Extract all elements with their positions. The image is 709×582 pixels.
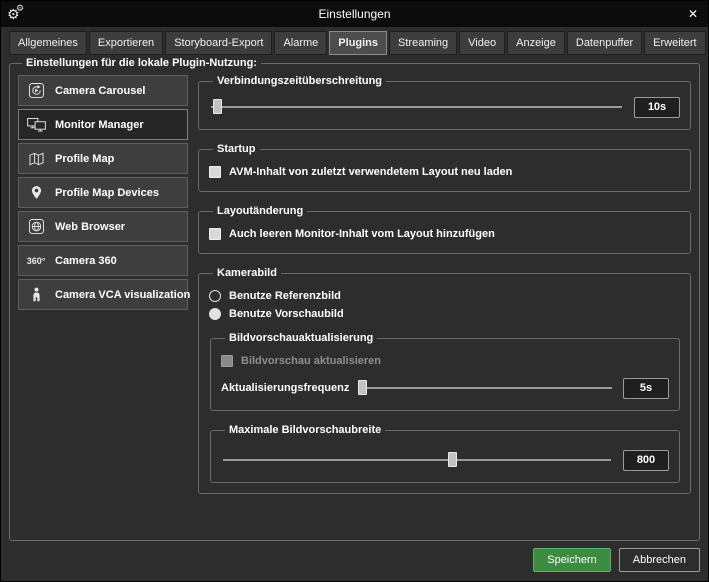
add-empty-monitor-content-checkbox[interactable] <box>209 228 221 240</box>
sidebar-item-label: Camera VCA visualization <box>55 289 190 301</box>
use-preview-image-radio[interactable] <box>209 308 221 320</box>
plugin-settings-content: Camera Carousel Monitor Manager Profile … <box>18 75 691 532</box>
tab-streaming[interactable]: Streaming <box>389 31 457 55</box>
layout-change-group: Layoutänderung Auch leeren Monitor-Inhal… <box>198 205 691 254</box>
slider-thumb[interactable] <box>213 99 222 114</box>
sidebar-item-monitor-manager[interactable]: Monitor Manager <box>18 109 188 140</box>
tab-anzeige[interactable]: Anzeige <box>507 31 565 55</box>
settings-dialog: ⚙⚙ Einstellungen ✕ Allgemeines Exportier… <box>0 0 709 582</box>
tab-alarme[interactable]: Alarme <box>274 31 327 55</box>
tab-exportieren[interactable]: Exportieren <box>89 31 163 55</box>
monitor-manager-icon <box>24 118 48 132</box>
refresh-frequency-slider[interactable] <box>358 377 614 399</box>
refresh-preview-label: Bildvorschau aktualisieren <box>241 355 381 367</box>
connection-timeout-legend: Verbindungszeitüberschreitung <box>213 75 386 87</box>
slider-track[interactable] <box>223 459 611 461</box>
tab-erweitert[interactable]: Erweitert <box>644 31 705 55</box>
max-preview-width-slider[interactable] <box>221 449 613 471</box>
cancel-button[interactable]: Abbrechen <box>619 548 700 572</box>
preview-refresh-group: Bildvorschauaktualisierung Bildvorschau … <box>210 332 680 411</box>
sidebar-item-profile-map[interactable]: Profile Map <box>18 143 188 174</box>
reload-avm-content-checkbox[interactable] <box>209 166 221 178</box>
tab-allgemeines[interactable]: Allgemeines <box>9 31 87 55</box>
camera-image-group: Kamerabild Benutze Referenzbild Benutze … <box>198 267 691 494</box>
startup-legend: Startup <box>213 143 260 155</box>
titlebar: ⚙⚙ Einstellungen ✕ <box>1 1 708 27</box>
person-icon <box>24 287 48 302</box>
connection-timeout-slider[interactable] <box>209 96 624 118</box>
reload-avm-content-label: AVM-Inhalt von zuletzt verwendetem Layou… <box>229 166 512 178</box>
use-preview-image-label: Benutze Vorschaubild <box>229 308 344 320</box>
add-empty-monitor-content-label: Auch leeren Monitor-Inhalt vom Layout hi… <box>229 228 495 240</box>
plugin-settings-group: Einstellungen für die lokale Plugin-Nutz… <box>9 57 700 541</box>
window-title: Einstellungen <box>1 7 708 21</box>
connection-timeout-group: Verbindungszeitüberschreitung 10s <box>198 75 691 130</box>
group-label: Einstellungen für die lokale Plugin-Nutz… <box>22 57 261 69</box>
slider-thumb[interactable] <box>448 452 457 467</box>
save-button[interactable]: Speichern <box>533 548 611 572</box>
tab-datenpuffer[interactable]: Datenpuffer <box>567 31 642 55</box>
sidebar-item-label: Monitor Manager <box>55 119 144 131</box>
tabbar: Allgemeines Exportieren Storyboard-Expor… <box>9 31 700 55</box>
startup-group: Startup AVM-Inhalt von zuletzt verwendet… <box>198 143 691 192</box>
camera-image-legend: Kamerabild <box>213 267 281 279</box>
slider-track[interactable] <box>211 106 622 108</box>
tab-video[interactable]: Video <box>459 31 505 55</box>
globe-icon <box>24 219 48 234</box>
sidebar-item-label: Web Browser <box>55 221 125 233</box>
slider-thumb[interactable] <box>358 380 367 395</box>
dialog-footer: Speichern Abbrechen <box>533 548 700 572</box>
sidebar-item-camera-360[interactable]: 360° Camera 360 <box>18 245 188 276</box>
tab-storyboard-export[interactable]: Storyboard-Export <box>165 31 272 55</box>
map-pin-icon <box>24 185 48 200</box>
carousel-icon <box>24 83 48 98</box>
refresh-preview-checkbox <box>221 355 233 367</box>
use-reference-image-label: Benutze Referenzbild <box>229 290 341 302</box>
sidebar-item-camera-carousel[interactable]: Camera Carousel <box>18 75 188 106</box>
sidebar-item-profile-map-devices[interactable]: Profile Map Devices <box>18 177 188 208</box>
close-button[interactable]: ✕ <box>688 7 698 21</box>
sidebar-item-camera-vca-visualization[interactable]: Camera VCA visualization <box>18 279 188 310</box>
connection-timeout-value[interactable]: 10s <box>634 97 680 118</box>
sidebar-item-label: Camera 360 <box>55 255 117 267</box>
plugin-list: Camera Carousel Monitor Manager Profile … <box>18 75 188 532</box>
refresh-frequency-value[interactable]: 5s <box>623 378 669 399</box>
slider-track[interactable] <box>360 387 612 389</box>
plugin-settings-panel: Verbindungszeitüberschreitung 10s Startu… <box>198 75 691 532</box>
sidebar-item-label: Profile Map <box>55 153 114 165</box>
max-preview-width-value[interactable]: 800 <box>623 450 669 471</box>
tab-plugins[interactable]: Plugins <box>329 31 387 55</box>
max-preview-width-group: Maximale Bildvorschaubreite 800 <box>210 424 680 483</box>
max-preview-width-legend: Maximale Bildvorschaubreite <box>225 424 385 436</box>
preview-refresh-legend: Bildvorschauaktualisierung <box>225 332 377 344</box>
layout-change-legend: Layoutänderung <box>213 205 307 217</box>
sidebar-item-label: Camera Carousel <box>55 85 146 97</box>
sidebar-item-web-browser[interactable]: Web Browser <box>18 211 188 242</box>
map-icon <box>24 152 48 166</box>
sidebar-item-label: Profile Map Devices <box>55 187 159 199</box>
use-reference-image-radio[interactable] <box>209 290 221 302</box>
refresh-frequency-label: Aktualisierungsfrequenz <box>221 382 349 394</box>
camera-360-icon: 360° <box>24 256 48 266</box>
